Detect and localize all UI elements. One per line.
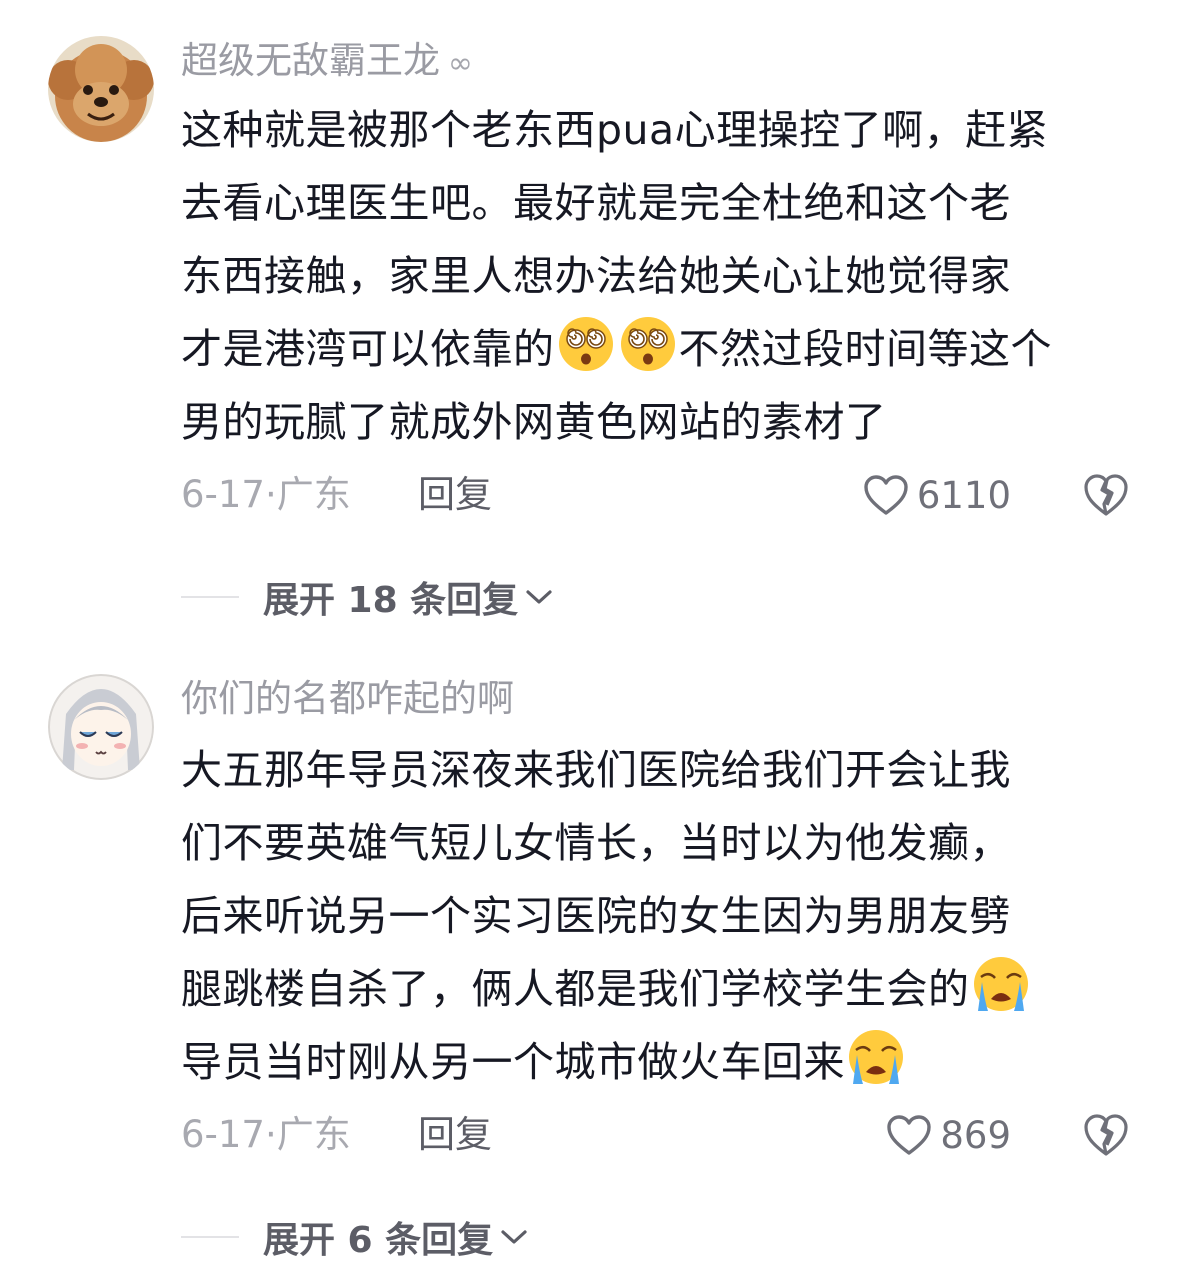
like-count: 6110 <box>916 473 1011 517</box>
comment-location: 广东 <box>276 1113 351 1156</box>
comment-text: 大五那年导员深夜来我们医院给我们开会让我 们不要英雄气短儿女情长，当时以为他发癫… <box>181 734 1146 1099</box>
comment-line: 去看心理医生吧。最好就是完全杜绝和这个老 <box>181 179 1011 227</box>
crying-face-emoji-icon <box>847 1028 905 1086</box>
heart-outline-icon <box>864 475 908 515</box>
comment-line: 东西接触，家里人想办法给她关心让她觉得家 <box>181 252 1011 300</box>
comment-line: 男的玩腻了就成外网黄色网站的素材了 <box>181 398 887 446</box>
expand-replies-label: 展开 18 条回复 <box>263 580 519 621</box>
comment-line: 这种就是被那个老东西pua心理操控了啊，赶紧 <box>181 106 1049 154</box>
expand-replies-button[interactable]: 展开 18 条回复 <box>181 572 554 622</box>
comment-line-part: 导员当时刚从另一个城市做火车回来 <box>181 1038 845 1086</box>
comment-line-with-emoji: 导员当时刚从另一个城市做火车回来 <box>181 1026 1146 1099</box>
comment-line: 大五那年导员深夜来我们医院给我们开会让我 <box>181 746 1011 794</box>
like-count: 869 <box>940 1113 1011 1157</box>
dizzy-face-emoji-icon <box>557 316 614 372</box>
comment-line-part: 腿跳楼自杀了，俩人都是我们学校学生会的 <box>181 965 970 1013</box>
chevron-down-icon <box>501 1230 527 1244</box>
username[interactable]: 你们的名都咋起的啊 <box>181 674 514 724</box>
dizzy-face-emoji-icon <box>619 316 676 372</box>
meta-separator: · <box>264 473 277 516</box>
divider <box>181 1236 239 1238</box>
reply-button[interactable]: 回复 <box>418 1110 492 1160</box>
avatar[interactable] <box>48 674 154 780</box>
comment-text: 这种就是被那个老东西pua心理操控了啊，赶紧 去看心理医生吧。最好就是完全杜绝和… <box>181 94 1146 459</box>
anime-girl-avatar <box>48 674 154 780</box>
comment-line-with-emoji: 才是港湾可以依靠的 不然过段时间等这个 <box>181 313 1146 386</box>
avatar[interactable] <box>48 36 154 142</box>
expand-replies-button[interactable]: 展开 6 条回复 <box>181 1212 529 1262</box>
comment-line: 们不要英雄气短儿女情长，当时以为他发癫， <box>181 819 1011 867</box>
like-button[interactable]: 869 <box>886 1110 1011 1160</box>
like-button[interactable]: 6110 <box>863 470 1011 520</box>
comment-line: 后来听说另一个实习医院的女生因为男朋友劈 <box>181 892 1011 940</box>
link-icon: ∞ <box>448 46 473 81</box>
expand-replies-label: 展开 6 条回复 <box>263 1220 494 1261</box>
comment-location: 广东 <box>276 473 351 516</box>
chevron-down-icon <box>526 590 552 604</box>
broken-heart-icon[interactable] <box>1083 1113 1129 1157</box>
username-text: 超级无敌霸王龙 <box>181 39 440 82</box>
comment-date: 6-17 <box>181 1113 265 1156</box>
meta-separator: · <box>264 1113 277 1156</box>
comment-date: 6-17 <box>181 473 265 516</box>
poodle-dog-avatar <box>48 36 154 142</box>
comment-meta: 6-17·广东 <box>181 1110 351 1160</box>
comment-meta: 6-17·广东 <box>181 470 351 520</box>
comment-line-part: 不然过段时间等这个 <box>678 325 1052 373</box>
reply-button[interactable]: 回复 <box>418 470 492 520</box>
comment-line-part: 才是港湾可以依靠的 <box>181 325 555 373</box>
comment-line-with-emoji: 腿跳楼自杀了，俩人都是我们学校学生会的 <box>181 953 1146 1026</box>
crying-face-emoji-icon <box>972 955 1029 1013</box>
broken-heart-icon[interactable] <box>1083 473 1129 517</box>
heart-outline-icon <box>887 1115 932 1155</box>
username-text: 你们的名都咋起的啊 <box>181 677 514 720</box>
username[interactable]: 超级无敌霸王龙 ∞ <box>181 36 473 89</box>
divider <box>181 596 239 598</box>
